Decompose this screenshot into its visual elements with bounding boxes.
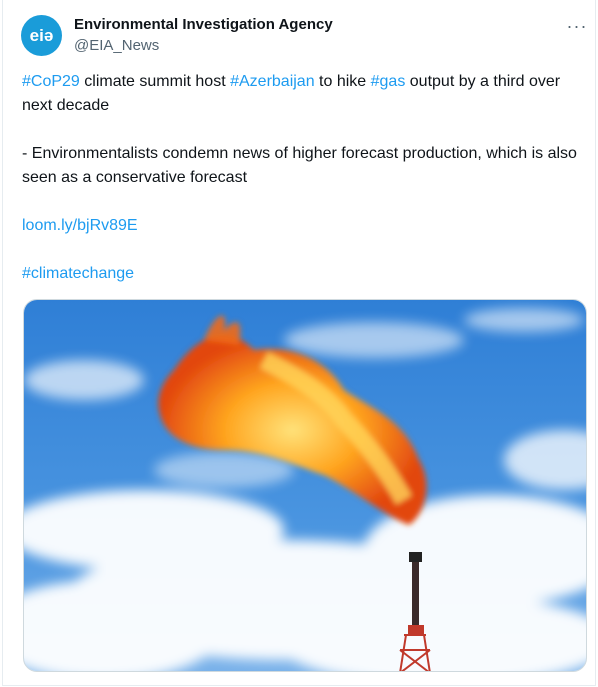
hashtag-azerbaijan[interactable]: #Azerbaijan (230, 73, 315, 90)
account-name[interactable]: Environmental Investigation Agency (74, 16, 333, 33)
tweet-text: #CoP29 climate summit host #Azerbaijan t… (22, 70, 587, 310)
tweet-image[interactable] (23, 299, 587, 672)
tweet-body: - Environmentalists condemn news of high… (22, 145, 577, 186)
avatar[interactable]: eiə (21, 15, 62, 56)
gas-flare-image (24, 300, 586, 671)
tweet-link[interactable]: loom.ly/bjRv89E (22, 217, 138, 234)
tweet-card[interactable]: eiə Environmental Investigation Agency @… (2, 0, 596, 686)
account-handle[interactable]: @EIA_News (74, 37, 159, 54)
tweet-text-segment: to hike (314, 73, 371, 90)
hashtag-cop29[interactable]: #CoP29 (22, 73, 80, 90)
more-options-icon[interactable]: ··· (565, 14, 589, 38)
tweet-text-segment: climate summit host (79, 73, 231, 90)
tweet-headline: #CoP29 climate summit host #Azerbaijan t… (22, 70, 587, 118)
hashtag-climatechange[interactable]: #climatechange (22, 265, 134, 282)
flare-stack (412, 555, 419, 635)
hashtag-gas[interactable]: #gas (371, 73, 406, 90)
